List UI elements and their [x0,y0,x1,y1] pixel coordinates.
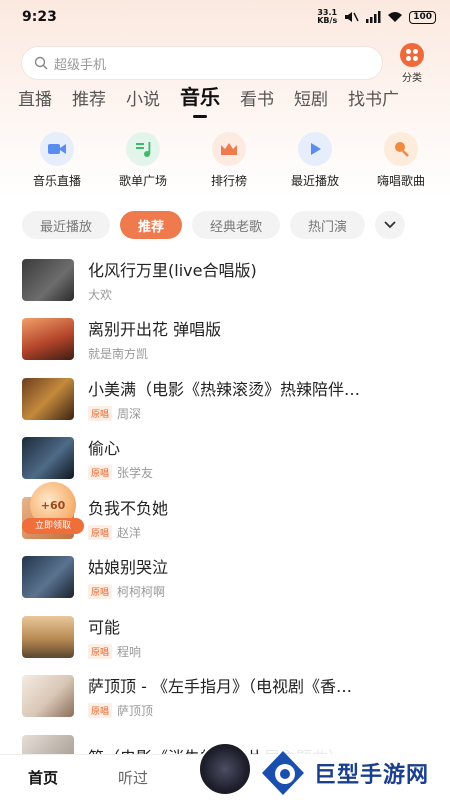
song-artist: 程响 [117,644,142,659]
song-row[interactable]: 可能 原唱 程响 [22,607,450,667]
song-cover [22,318,74,361]
quick-playlist-square[interactable]: 歌单广场 [102,132,184,190]
coin-reward-widget[interactable]: +60 立即领取 [22,482,84,538]
song-artist: 就是南方凯 [88,347,149,362]
tab-music[interactable]: 音乐 [180,81,220,120]
song-cover [22,556,74,599]
watermark-text: 巨型手游网 [314,763,430,788]
chip-recent-play[interactable]: 最近播放 [22,211,111,239]
song-cover [22,437,74,480]
song-row[interactable]: 离别开出花 弹唱版 就是南方凯 [22,310,450,370]
grid-icon [400,42,424,67]
original-badge: 原唱 [88,465,113,481]
song-cover [22,258,74,301]
song-title: 偷心 [88,439,121,459]
search-input[interactable]: 超级手机 [22,47,382,79]
tab-recommend[interactable]: 推荐 [72,85,106,120]
network-speed: 33.1 KB/s [317,8,338,25]
song-artist: 赵洋 [117,525,142,540]
song-artist: 柯柯柯啊 [117,585,166,600]
original-badge: 原唱 [88,524,113,540]
crown-icon [212,132,246,166]
tab-short-drama[interactable]: 短剧 [294,85,328,120]
filter-chips: 最近播放 推荐 经典老歌 热门演 [0,210,450,240]
song-title: 离别开出花 弹唱版 [88,320,222,340]
song-row[interactable]: 姑娘别哭泣 原唱 柯柯柯啊 [22,548,450,608]
watermark: 巨型手游网 [258,746,450,800]
claim-now-button[interactable]: 立即领取 [22,518,84,534]
status-time: 9:23 [22,9,57,25]
chip-classic-oldies[interactable]: 经典老歌 [192,211,281,239]
chevron-down-icon[interactable] [375,211,406,239]
song-artist: 大欢 [88,287,113,302]
camera-icon [40,132,74,166]
chip-hot[interactable]: 热门演 [290,211,366,239]
tab-novel[interactable]: 小说 [126,85,160,120]
battery-indicator: 100 [409,10,436,24]
song-row[interactable]: 负我不负她 原唱 赵洋 [22,488,450,548]
watermark-logo-icon [262,751,304,795]
search-icon [34,56,48,70]
song-title: 姑娘别哭泣 [88,558,169,578]
song-title: 化风行万里(live合唱版) [88,260,257,280]
status-bar: 9:23 33.1 KB/s 100 [0,0,450,34]
song-title: 负我不负她 [88,498,169,518]
original-badge: 原唱 [88,584,113,600]
now-playing-disc[interactable] [198,742,252,796]
quick-music-live[interactable]: 音乐直播 [16,132,98,190]
chip-recommend[interactable]: 推荐 [120,211,183,239]
song-cover [22,615,74,658]
song-title: 萨顶顶 - 《左手指月》（电视剧《香… [88,677,352,697]
original-badge: 原唱 [88,405,113,421]
category-button[interactable]: 分类 [390,42,434,84]
song-title: 可能 [88,617,121,637]
original-badge: 原唱 [88,703,113,719]
song-row[interactable]: 萨顶顶 - 《左手指月》（电视剧《香… 原唱 萨顶顶 [22,667,450,727]
tab-live[interactable]: 直播 [18,85,52,120]
top-tabs: 直播 推荐 小说 音乐 看书 短剧 找书广 [0,80,450,120]
quick-actions: 音乐直播 歌单广场 排行榜 最近播放 嗨唱歌曲 [0,120,450,190]
song-row[interactable]: 化风行万里(live合唱版) 大欢 [22,250,450,310]
quick-recent-play[interactable]: 最近播放 [274,132,356,190]
song-artist: 周深 [117,406,142,421]
quick-charts[interactable]: 排行榜 [188,132,270,190]
microphone-icon [384,132,418,166]
search-placeholder: 超级手机 [54,57,107,73]
search-row: 超级手机 分类 [0,42,450,84]
signal-icon [366,11,381,23]
tab-reading[interactable]: 看书 [240,85,274,120]
song-cover [22,675,74,718]
status-icons: 33.1 KB/s 100 [317,9,436,25]
nav-listened[interactable]: 听过 [118,767,148,788]
song-cover [22,377,74,420]
song-artist: 萨顶顶 [117,704,154,719]
song-artist: 张学友 [117,466,154,481]
song-row[interactable]: 偷心 原唱 张学友 [22,429,450,489]
wifi-icon [388,12,403,22]
song-row[interactable]: 小美满（电影《热辣滚烫》热辣陪伴… 原唱 周深 [22,369,450,429]
song-title: 小美满（电影《热辣滚烫》热辣陪伴… [88,379,361,399]
tab-find-books[interactable]: 找书广 [348,85,399,120]
play-icon [298,132,332,166]
music-note-icon [126,132,160,166]
mute-icon [345,12,359,22]
original-badge: 原唱 [88,643,113,659]
quick-karaoke-songs[interactable]: 嗨唱歌曲 [360,132,442,190]
nav-home[interactable]: 首页 [28,767,58,788]
